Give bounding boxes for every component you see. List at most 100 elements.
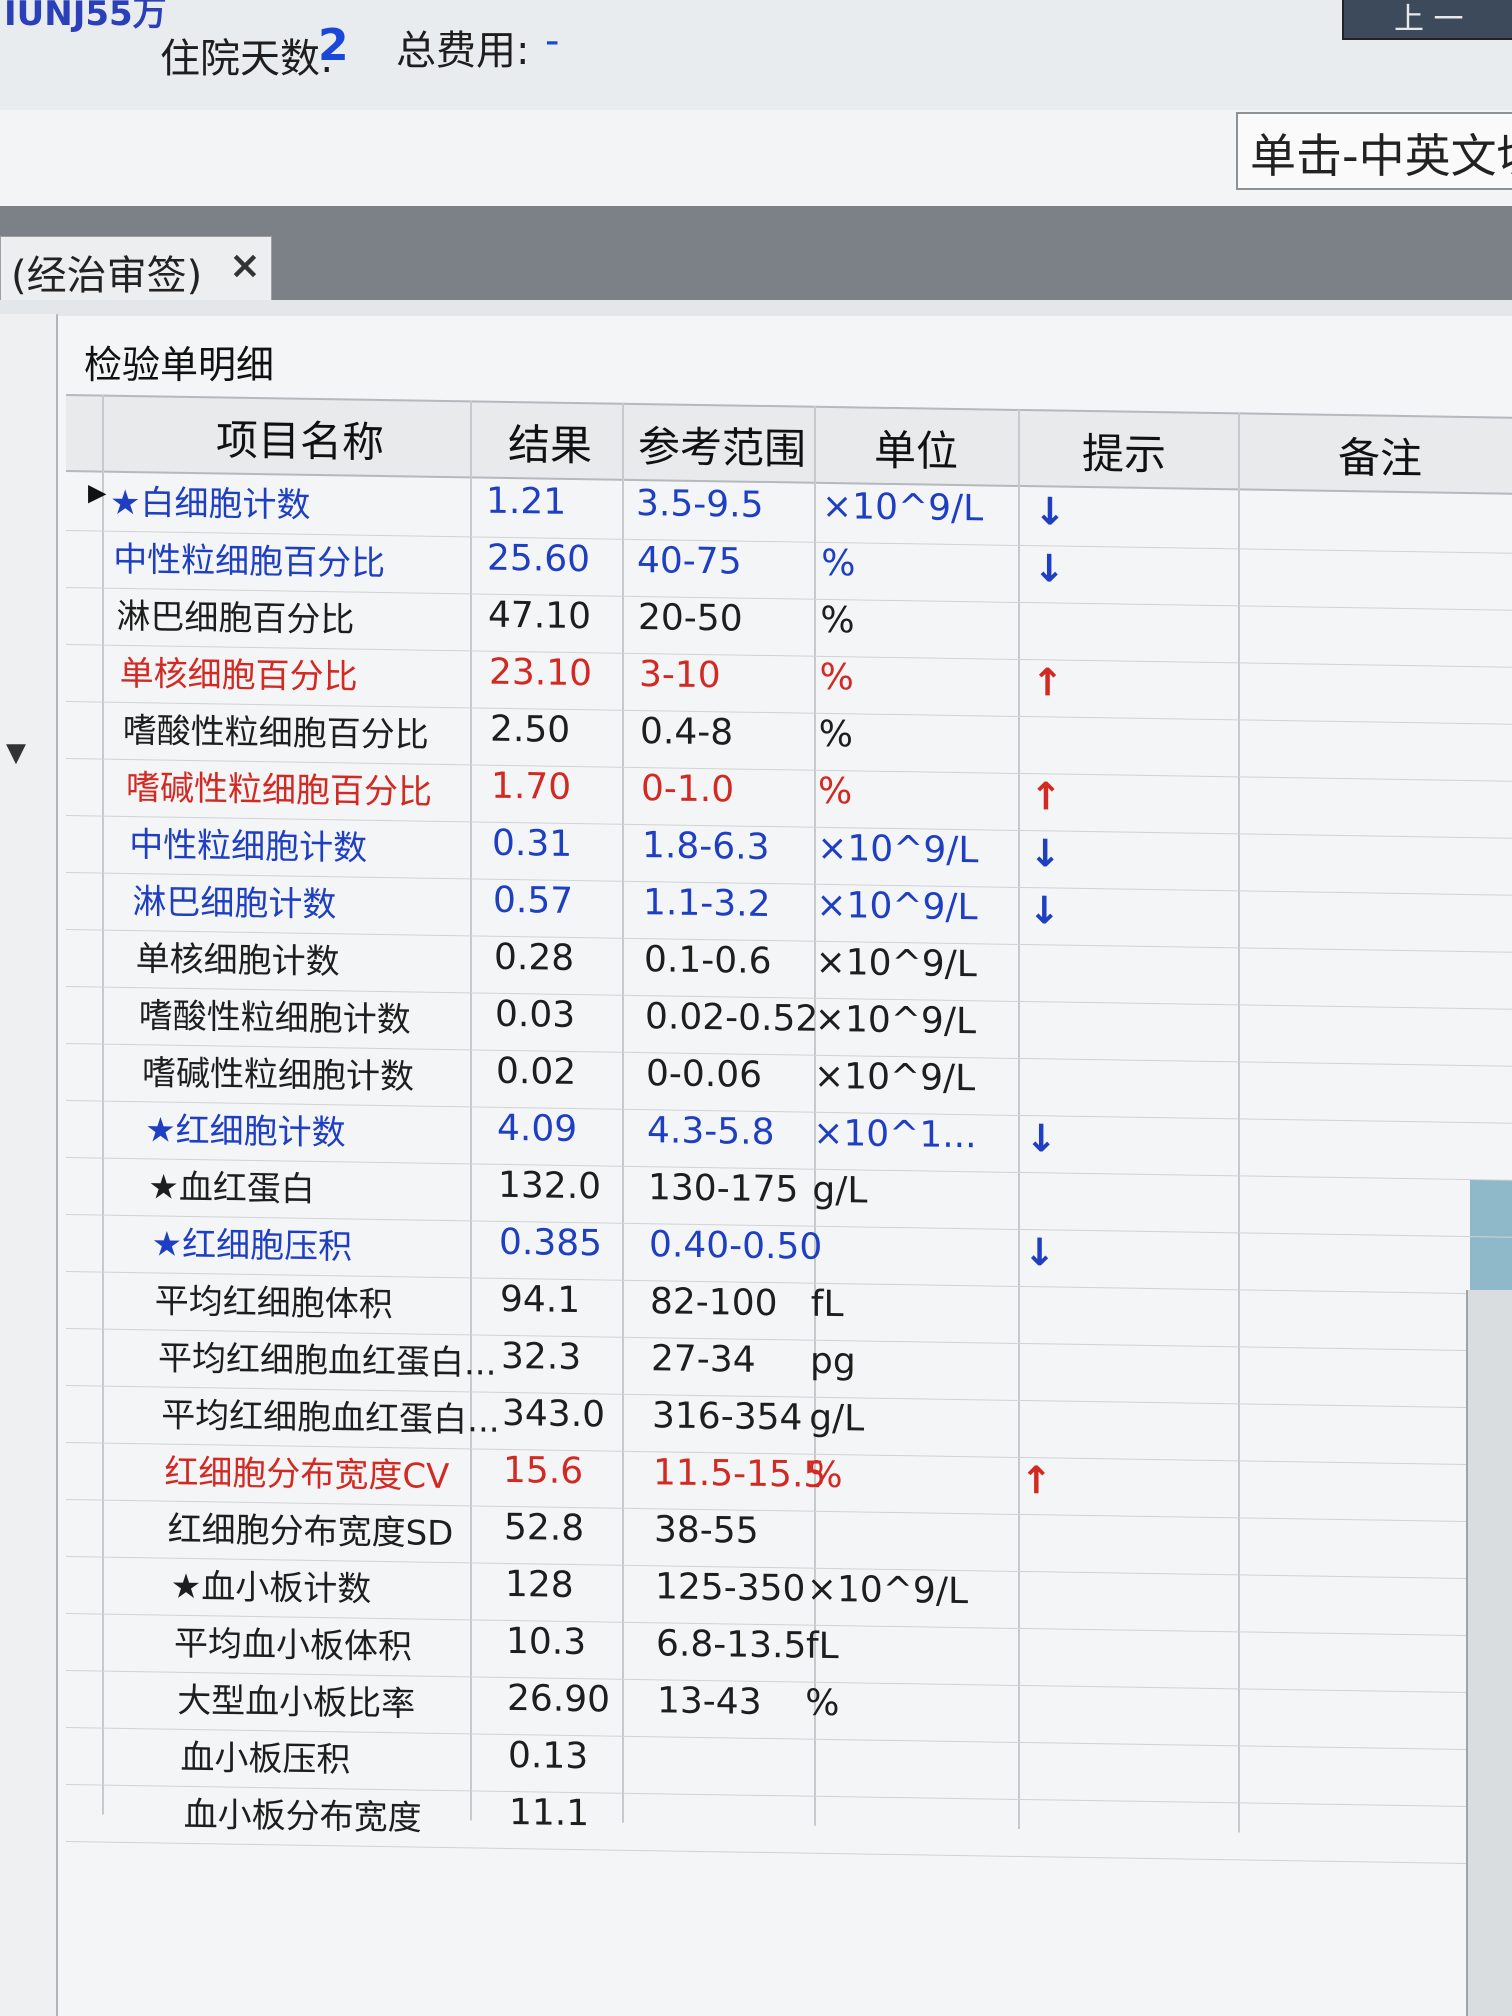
unit-cell: %: [820, 599, 855, 642]
partial-title: IUNJ55万: [4, 0, 167, 34]
item-name-cell: 中性粒细胞计数: [129, 824, 368, 869]
reference-range-cell: 82-100: [650, 1281, 778, 1325]
item-name-cell: 嗜酸性粒细胞计数: [138, 996, 411, 1041]
item-name-cell: 血小板压积: [180, 1737, 351, 1781]
unit-cell: ×10^1...: [813, 1112, 977, 1157]
item-name-cell: 红细胞分布宽度SD: [167, 1509, 454, 1555]
vertical-scrollbar[interactable]: [1466, 1290, 1512, 2016]
tab-review[interactable]: (经治审签) ×: [0, 236, 272, 300]
result-cell: 11.1: [509, 1791, 590, 1835]
left-list-panel: ▼: [0, 314, 58, 2016]
flag-cell: ↓: [1034, 489, 1066, 534]
result-cell: 1.21: [486, 480, 567, 523]
flag-cell: ↑: [1030, 774, 1062, 819]
unit-cell: fL: [806, 1625, 839, 1668]
unit-cell: ×10^9/L: [817, 827, 979, 872]
reference-range-cell: 316-354: [652, 1395, 803, 1439]
result-cell: 0.385: [499, 1221, 603, 1265]
result-cell: 0.02: [496, 1050, 577, 1094]
item-name-cell: 单核细胞计数: [135, 939, 340, 983]
unit-cell: g/L: [812, 1169, 868, 1212]
item-name-cell: 单核细胞百分比: [119, 653, 358, 698]
reference-range-cell: 1.1-3.2: [643, 882, 771, 926]
unit-cell: %: [808, 1454, 843, 1497]
col-header-reference-range[interactable]: 参考范围: [638, 413, 806, 477]
tab-review-label: (经治审签): [11, 253, 203, 299]
item-name-cell: 嗜碱性粒细胞百分比: [126, 767, 432, 813]
item-name-cell: ★红细胞计数: [145, 1110, 346, 1154]
col-header-result[interactable]: 结果: [508, 411, 592, 473]
unit-cell: %: [805, 1682, 840, 1725]
result-cell: 0.57: [493, 879, 574, 922]
item-name-cell: ★血小板计数: [170, 1566, 372, 1610]
result-cell: 0.28: [494, 936, 575, 979]
result-cell: 4.09: [497, 1107, 578, 1151]
col-header-remark[interactable]: 备注: [1338, 424, 1422, 486]
unit-cell: g/L: [809, 1397, 865, 1440]
item-name-cell: ★血红蛋白: [148, 1167, 315, 1210]
reference-range-cell: 13-43: [657, 1680, 762, 1723]
item-name-cell: 中性粒细胞百分比: [113, 539, 386, 585]
stay-days-label: 住院天数:: [160, 36, 334, 82]
lab-results-table: 项目名称 结果 参考范围 单位 提示 备注 ▶ ★白细胞计数 1.21 3.5-9.5…: [66, 394, 1512, 1865]
previous-button[interactable]: 上 一: [1342, 0, 1512, 40]
item-name-cell: 红细胞分布宽度CV: [164, 1452, 450, 1498]
reference-range-cell: 4.3-5.8: [647, 1110, 775, 1154]
unit-cell: pg: [810, 1340, 856, 1383]
result-cell: 32.3: [501, 1335, 582, 1379]
result-cell: 132.0: [498, 1164, 602, 1208]
reference-range-cell: 0.40-0.50: [649, 1224, 823, 1268]
result-cell: 94.1: [500, 1278, 581, 1322]
item-name-cell: 大型血小板比率: [177, 1680, 416, 1725]
flag-cell: ↓: [1023, 1230, 1056, 1275]
result-cell: 0.13: [508, 1734, 589, 1778]
reference-range-cell: 0-0.06: [646, 1053, 763, 1096]
flag-cell: ↑: [1031, 660, 1064, 705]
item-name-cell: 淋巴细胞计数: [132, 882, 337, 926]
item-name-cell: ★红细胞压积: [151, 1224, 353, 1268]
item-name-cell: ★白细胞计数: [110, 482, 311, 526]
reference-range-cell: 11.5-15.5: [653, 1452, 827, 1496]
reference-range-cell: 20-50: [638, 596, 743, 640]
item-name-cell: 嗜酸性粒细胞百分比: [122, 710, 429, 756]
unit-cell: %: [821, 542, 856, 585]
close-icon[interactable]: ×: [229, 243, 261, 287]
result-cell: 128: [505, 1563, 574, 1606]
unit-cell: ×10^9/L: [822, 485, 984, 530]
reference-range-cell: 125-350: [655, 1566, 806, 1610]
item-name-cell: 平均红细胞血红蛋白...: [161, 1395, 500, 1441]
flag-cell: ↓: [1029, 831, 1062, 876]
total-cost-value: -: [545, 18, 560, 64]
result-cell: 343.0: [502, 1392, 606, 1436]
col-header-flag[interactable]: 提示: [1082, 420, 1166, 482]
item-name-cell: 淋巴细胞百分比: [116, 596, 355, 641]
reference-range-cell: 0.4-8: [640, 711, 734, 754]
result-cell: 2.50: [490, 708, 571, 751]
reference-range-cell: 6.8-13.5: [656, 1623, 807, 1667]
current-row-indicator-icon: ▶: [88, 478, 107, 507]
language-toggle-button[interactable]: 单击-中英文切: [1236, 112, 1512, 190]
reference-range-cell: 1.8-6.3: [642, 825, 770, 869]
result-cell: 47.10: [488, 594, 592, 638]
flag-cell: ↑: [1020, 1457, 1053, 1503]
reference-range-cell: 0.1-0.6: [644, 939, 772, 983]
unit-cell: %: [818, 770, 853, 813]
total-cost-label: 总费用:: [396, 28, 530, 74]
unit-cell: %: [819, 656, 854, 699]
result-cell: 26.90: [507, 1677, 611, 1721]
result-cell: 52.8: [504, 1506, 585, 1550]
col-header-item-name[interactable]: 项目名称: [216, 406, 384, 470]
item-name-cell: 平均红细胞体积: [154, 1281, 393, 1326]
result-cell: 10.3: [506, 1620, 587, 1664]
unit-cell: ×10^9/L: [806, 1568, 969, 1613]
flag-cell: ↓: [1033, 546, 1066, 591]
previous-button-label: 上 一: [1394, 2, 1464, 37]
reference-range-cell: 0.02-0.52: [645, 996, 819, 1040]
unit-cell: ×10^9/L: [814, 1055, 976, 1100]
col-header-unit[interactable]: 单位: [874, 417, 958, 479]
flag-cell: ↓: [1025, 1116, 1058, 1161]
reference-range-cell: 27-34: [651, 1338, 756, 1381]
item-name-cell: 平均血小板体积: [174, 1623, 412, 1668]
flag-cell: ↓: [1028, 888, 1061, 933]
chevron-down-icon[interactable]: ▼: [6, 738, 26, 768]
